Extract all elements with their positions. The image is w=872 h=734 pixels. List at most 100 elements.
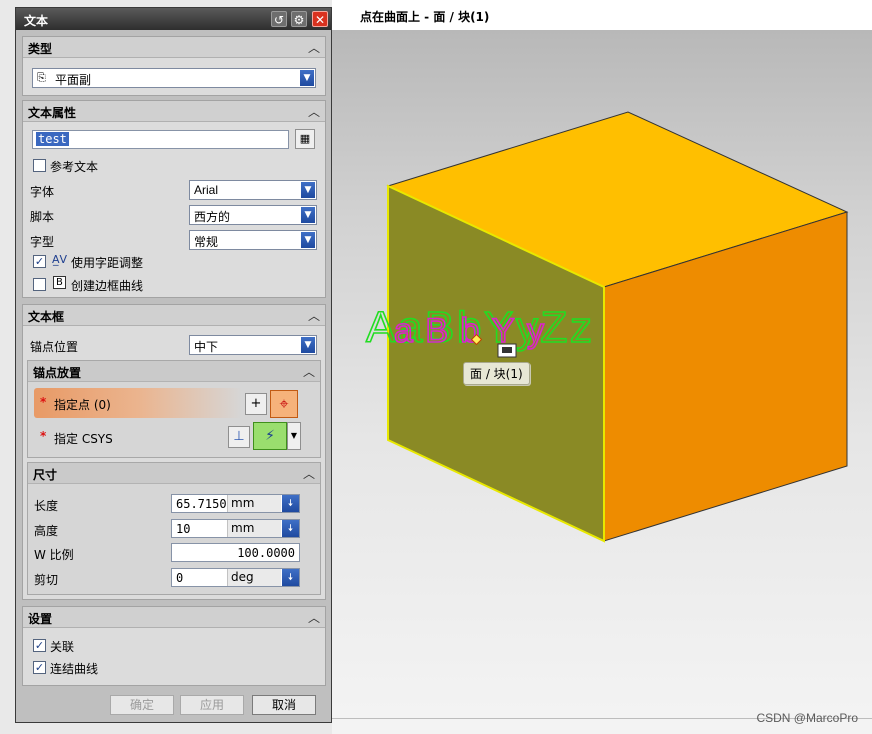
symbol-table-icon[interactable]: ▦ xyxy=(295,129,315,149)
kerning-checkbox[interactable]: ✓ xyxy=(33,255,46,268)
point-type-crosshair-icon[interactable]: ⌖ xyxy=(270,390,298,418)
section-text-frame-header[interactable]: 文本框 ︿ xyxy=(23,305,325,326)
associative-label: 关联 xyxy=(50,640,75,654)
chevron-down-icon[interactable]: ▼ xyxy=(287,422,301,450)
reference-text-checkbox[interactable] xyxy=(33,159,46,172)
style-label: 字型 xyxy=(30,235,55,249)
section-title: 文本框 xyxy=(28,310,65,324)
specify-point-label: 指定点 (0) xyxy=(54,398,111,412)
style-dropdown[interactable]: 常规 ▼ xyxy=(189,230,317,250)
cancel-button[interactable]: 取消 xyxy=(252,695,316,715)
point-dialog-icon[interactable]: + xyxy=(245,393,267,415)
csys-dynamic-icon[interactable]: ⚡ xyxy=(253,422,287,450)
shear-field[interactable]: 0 deg 🠇 xyxy=(171,568,300,587)
status-bar: 点在曲面上 - 面 / 块(1) xyxy=(332,0,872,31)
length-unit: mm xyxy=(227,495,281,512)
font-label: 字体 xyxy=(30,185,55,199)
unit-menu-icon[interactable]: 🠇 xyxy=(282,520,299,537)
kerning-label: 使用字距调整 xyxy=(71,256,144,270)
section-settings-header[interactable]: 设置 ︿ xyxy=(23,607,325,628)
dialog-titlebar[interactable]: 文本 ↺ ⚙ ✕ xyxy=(16,8,331,30)
script-dropdown[interactable]: 西方的 ▼ xyxy=(189,205,317,225)
height-label: 高度 xyxy=(34,524,59,538)
chevron-down-icon[interactable]: ▼ xyxy=(301,207,315,223)
chevron-up-icon[interactable]: ︿ xyxy=(303,465,315,482)
chevron-up-icon[interactable]: ︿ xyxy=(308,307,320,324)
section-settings: 设置 ︿ ✓ 关联 ✓ 连结曲线 xyxy=(22,606,326,686)
unit-menu-icon[interactable]: 🠇 xyxy=(282,569,299,586)
join-curves-label: 连结曲线 xyxy=(50,662,99,676)
anchor-position-dropdown[interactable]: 中下 ▼ xyxy=(189,335,317,355)
border-curve-checkbox[interactable] xyxy=(33,278,46,291)
length-label: 长度 xyxy=(34,499,59,513)
status-text: 点在曲面上 - 面 / 块(1) xyxy=(360,10,490,24)
join-curves-checkbox[interactable]: ✓ xyxy=(33,661,46,674)
length-value: 65.71501 xyxy=(176,497,234,511)
shear-unit: deg xyxy=(227,569,281,586)
w-scale-field[interactable]: 100.0000 xyxy=(171,543,300,562)
subsection-dimensions: 尺寸 ︿ 长度 65.71501 mm 🠇 高度 10 mm 🠇 W 比例 10… xyxy=(27,462,321,595)
unit-menu-icon[interactable]: 🠇 xyxy=(282,495,299,512)
scene-3d[interactable]: AaBbYyZz aBbYy xyxy=(332,0,872,733)
chevron-up-icon[interactable]: ︿ xyxy=(308,39,320,56)
height-field[interactable]: 10 mm 🠇 xyxy=(171,519,300,538)
w-scale-value: 100.0000 xyxy=(237,546,295,560)
anchor-position-value: 中下 xyxy=(194,340,219,354)
chevron-down-icon[interactable]: ▼ xyxy=(301,337,315,353)
chevron-down-icon[interactable]: ▼ xyxy=(301,182,315,198)
required-star: * xyxy=(40,395,47,409)
section-title: 文本属性 xyxy=(28,106,77,120)
height-value: 10 xyxy=(176,522,191,536)
chevron-down-icon[interactable]: ▼ xyxy=(300,70,314,86)
reference-text-label: 参考文本 xyxy=(50,160,99,174)
subsection-anchor-header[interactable]: 锚点放置 ︿ xyxy=(28,361,320,382)
chevron-up-icon[interactable]: ︿ xyxy=(308,103,320,120)
border-box-icon: B xyxy=(53,276,66,289)
apply-button[interactable]: 应用 xyxy=(180,695,244,715)
style-value: 常规 xyxy=(194,235,219,249)
w-scale-label: W 比例 xyxy=(34,548,74,562)
selection-tooltip: 面 / 块(1) xyxy=(463,362,530,385)
close-icon[interactable]: ✕ xyxy=(312,11,328,27)
cursor-select-icon xyxy=(497,343,517,358)
chevron-up-icon[interactable]: ︿ xyxy=(308,609,320,626)
text-input[interactable]: test xyxy=(32,130,289,149)
graphics-viewport[interactable]: AaBbYyZz aBbYy xyxy=(332,0,872,733)
section-text-frame: 文本框 ︿ 锚点位置 中下 ▼ 锚点放置 ︿ * 指定点 (0) + ⌖ * 指… xyxy=(22,304,326,600)
chevron-down-icon[interactable]: ▼ xyxy=(301,232,315,248)
reset-icon[interactable]: ↺ xyxy=(271,11,287,27)
ok-button[interactable]: 确定 xyxy=(110,695,174,715)
shear-label: 剪切 xyxy=(34,573,59,587)
required-star: * xyxy=(40,429,47,443)
length-field[interactable]: 65.71501 mm 🠇 xyxy=(171,494,300,513)
font-dropdown[interactable]: Arial ▼ xyxy=(189,180,317,200)
text-dialog: 文本 ↺ ⚙ ✕ 类型 ︿ ⎘ 平面副 ▼ 文本属性 ︿ test ▦ 参考文本… xyxy=(15,7,332,723)
settings-icon[interactable]: ⚙ xyxy=(291,11,307,27)
subsection-dimensions-header[interactable]: 尺寸 ︿ xyxy=(28,463,320,484)
watermark: CSDN @MarcoPro xyxy=(756,711,858,725)
height-unit: mm xyxy=(227,520,281,537)
specify-point-row[interactable]: * 指定点 (0) xyxy=(34,388,242,418)
type-dropdown[interactable]: ⎘ 平面副 ▼ xyxy=(32,68,316,88)
specify-csys-label: 指定 CSYS xyxy=(54,432,113,446)
subsection-anchor-placement: 锚点放置 ︿ * 指定点 (0) + ⌖ * 指定 CSYS ⊥ ⚡ ▼ xyxy=(27,360,321,458)
font-value: Arial xyxy=(194,183,219,197)
planar-text-icon: ⎘ xyxy=(37,71,46,84)
section-text-properties-header[interactable]: 文本属性 ︿ xyxy=(23,101,325,122)
text-input-value: test xyxy=(36,132,69,146)
type-selected: 平面副 xyxy=(55,73,92,87)
csys-dialog-icon[interactable]: ⊥ xyxy=(228,426,250,448)
dialog-title: 文本 xyxy=(24,14,49,28)
script-label: 脚本 xyxy=(30,210,55,224)
associative-checkbox[interactable]: ✓ xyxy=(33,639,46,652)
shear-value: 0 xyxy=(176,571,184,585)
subsection-title: 锚点放置 xyxy=(33,366,82,380)
chevron-up-icon[interactable]: ︿ xyxy=(303,363,315,380)
subsection-title: 尺寸 xyxy=(33,468,58,482)
kerning-icon: A̲V xyxy=(52,253,68,266)
anchor-position-label: 锚点位置 xyxy=(30,340,79,354)
section-title: 设置 xyxy=(28,612,53,626)
border-curve-label: 创建边框曲线 xyxy=(71,279,144,293)
section-type-header[interactable]: 类型 ︿ xyxy=(23,37,325,58)
section-type: 类型 ︿ ⎘ 平面副 ▼ xyxy=(22,36,326,96)
